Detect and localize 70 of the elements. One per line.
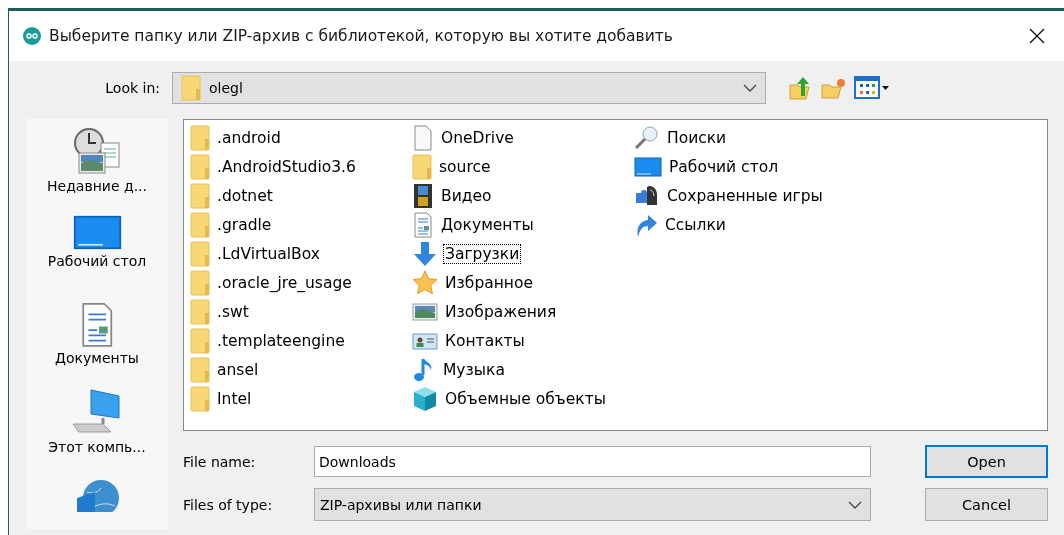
film-icon: [412, 182, 434, 209]
file-item[interactable]: Видео: [440, 186, 493, 205]
file-item[interactable]: .dotnet: [216, 186, 274, 205]
new-folder-button[interactable]: [820, 77, 846, 99]
file-icon: [412, 124, 434, 151]
folder-icon: [181, 75, 201, 101]
file-item[interactable]: .android: [216, 128, 282, 147]
folder-icon: [190, 182, 210, 209]
file-item[interactable]: .swt: [216, 302, 250, 321]
cancel-button[interactable]: Cancel: [925, 488, 1048, 521]
close-icon: [1029, 28, 1045, 44]
file-item[interactable]: Intel: [216, 389, 253, 408]
folder-icon: [190, 385, 210, 412]
file-name-label: File name:: [183, 453, 257, 470]
desktop-icon: [72, 215, 122, 251]
download-arrow-icon: [412, 240, 438, 267]
file-item[interactable]: .AndroidStudio3.6: [216, 157, 357, 176]
clock-document-icon: [71, 127, 123, 175]
folder-icon: [190, 356, 210, 383]
chevron-down-icon: [848, 500, 862, 509]
new-folder-icon: [820, 77, 846, 99]
file-item[interactable]: Объемные объекты: [444, 389, 607, 408]
window-title: Выберите папку или ZIP-архив с библиотекой, которую вы хотите добавить: [49, 27, 674, 45]
open-button[interactable]: Open: [925, 445, 1048, 478]
sidebar-item[interactable]: Недавние д...: [26, 119, 168, 208]
chevron-down-icon: [743, 84, 757, 92]
folder-up-icon: [788, 76, 812, 100]
file-item[interactable]: .templateengine: [216, 331, 346, 350]
file-item[interactable]: Сохраненные игры: [666, 186, 824, 205]
folder-icon: [190, 269, 210, 296]
look-in-dropdown[interactable]: olegl: [172, 72, 766, 104]
file-item[interactable]: source: [438, 157, 492, 176]
file-item[interactable]: Изображения: [444, 302, 558, 321]
sidebar-item[interactable]: Этот компь...: [26, 379, 168, 471]
desktop-icon: [634, 156, 662, 177]
look-in-label: Look in:: [104, 80, 161, 96]
file-item[interactable]: Загрузки: [444, 244, 521, 263]
folder-icon: [412, 153, 432, 180]
file-item[interactable]: .LdVirtualBox: [216, 244, 321, 263]
sidebar-item[interactable]: Документы: [26, 293, 168, 380]
file-name-field[interactable]: Downloads: [314, 446, 871, 477]
star-icon: [412, 269, 438, 296]
folder-icon: [190, 211, 210, 238]
view-menu-icon: [854, 76, 890, 100]
file-item[interactable]: Избранное: [444, 273, 535, 292]
file-item[interactable]: .oracle_jre_usage: [216, 273, 353, 292]
magnifier-icon: [634, 124, 660, 151]
file-item[interactable]: Музыка: [442, 360, 506, 379]
sidebar-item[interactable]: Рабочий стол: [26, 207, 168, 294]
file-item[interactable]: Контакты: [444, 331, 526, 350]
folder-icon: [190, 327, 210, 354]
file-type-dropdown[interactable]: ZIP-архивы или папки: [314, 488, 871, 521]
file-item[interactable]: .gradle: [216, 215, 273, 234]
file-item[interactable]: Ссылки: [664, 215, 727, 234]
file-item[interactable]: Документы: [440, 215, 535, 234]
up-folder-button[interactable]: [788, 76, 812, 100]
image-icon: [412, 300, 438, 323]
folder-icon: [190, 124, 210, 151]
file-item[interactable]: Поиски: [666, 128, 728, 147]
folder-icon: [190, 298, 210, 325]
document-icon: [412, 211, 434, 238]
file-type-label: Files of type:: [183, 496, 274, 513]
app-logo-icon: [23, 27, 41, 45]
view-menu-button[interactable]: [854, 76, 890, 100]
file-item[interactable]: ansel: [216, 360, 260, 379]
file-item[interactable]: Рабочий стол: [668, 157, 780, 176]
cube-icon: [412, 385, 438, 412]
file-item[interactable]: OneDrive: [440, 128, 515, 147]
folder-icon: [190, 240, 210, 267]
folder-icon: [190, 153, 210, 180]
